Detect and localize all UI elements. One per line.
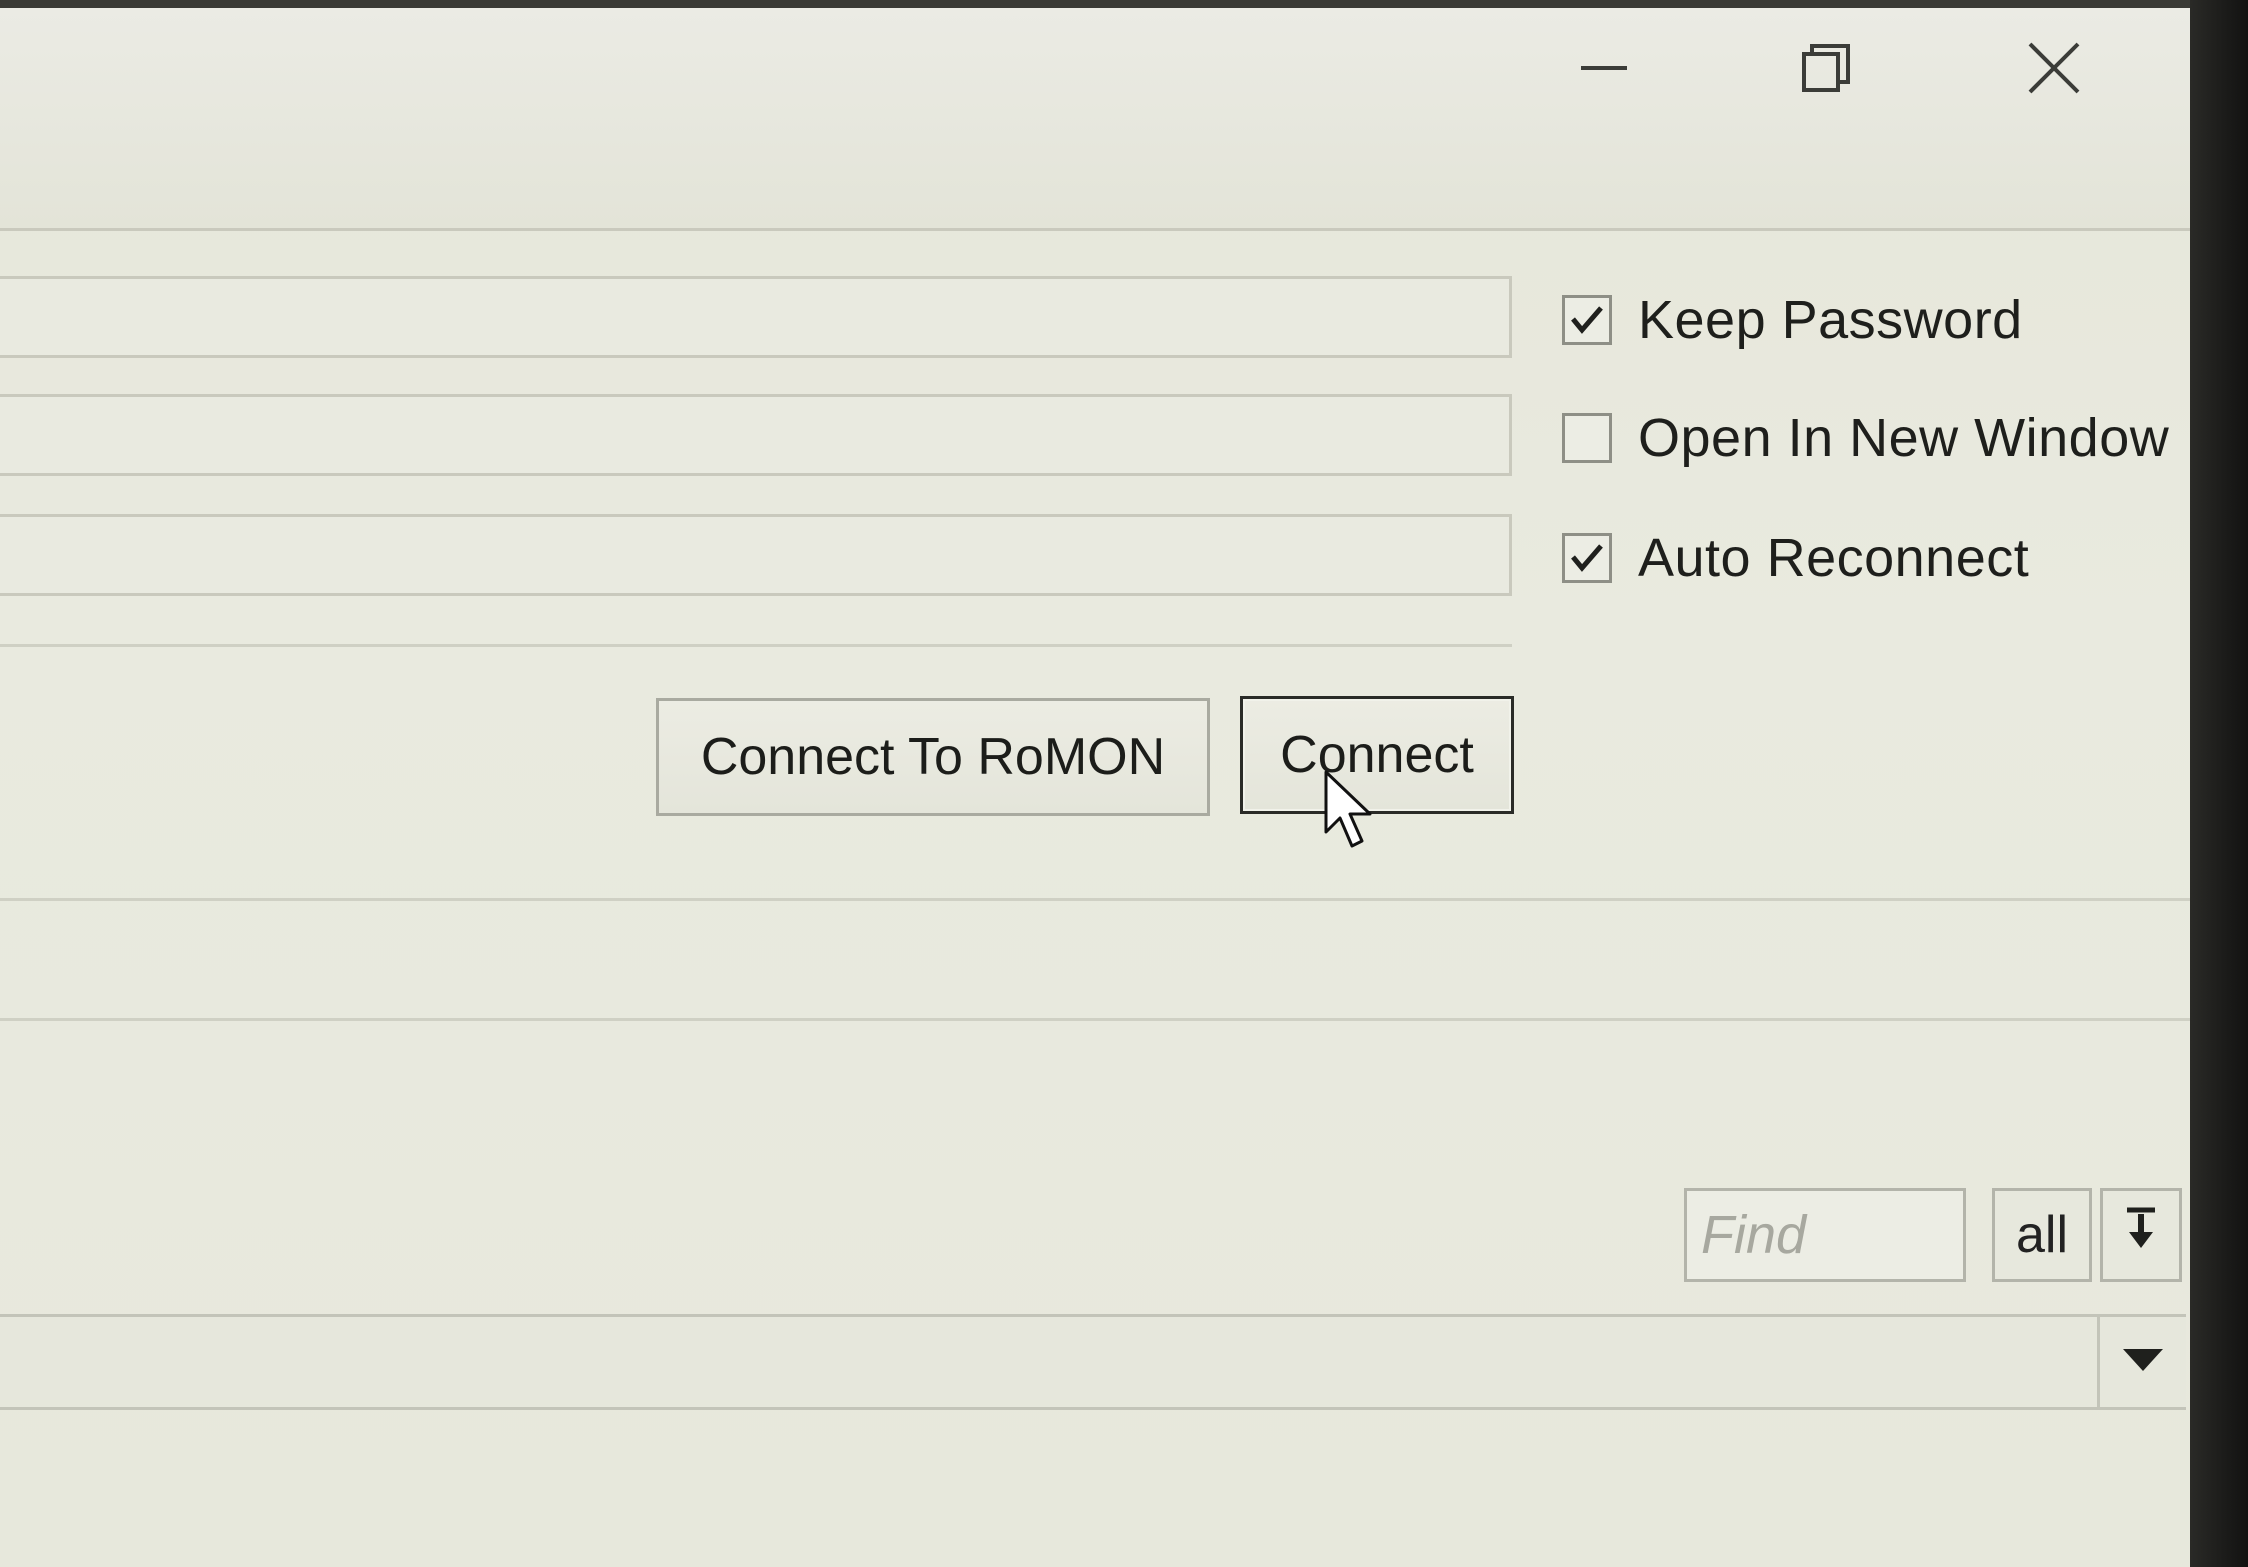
connect-to-romon-button[interactable]: Connect To RoMON bbox=[656, 698, 1210, 816]
sort-down-icon bbox=[2123, 1205, 2159, 1265]
keep-password-label: Keep Password bbox=[1638, 290, 2023, 350]
close-icon bbox=[2027, 41, 2081, 95]
password-field[interactable] bbox=[0, 514, 1512, 596]
screen-top-bezel bbox=[0, 0, 2248, 8]
connect-to-field[interactable] bbox=[0, 276, 1512, 358]
auto-reconnect-checkbox[interactable]: Auto Reconnect bbox=[1562, 528, 2029, 588]
login-field[interactable] bbox=[0, 394, 1512, 476]
keep-password-box[interactable] bbox=[1562, 295, 1612, 345]
auto-reconnect-label: Auto Reconnect bbox=[1638, 528, 2030, 588]
auto-reconnect-box[interactable] bbox=[1562, 533, 1612, 583]
find-input[interactable] bbox=[1687, 1191, 1963, 1279]
dropdown-arrow-icon bbox=[2121, 1347, 2165, 1378]
title-bar bbox=[0, 8, 2190, 231]
restore-icon bbox=[1800, 42, 1852, 94]
minimize-button[interactable] bbox=[1544, 28, 1664, 108]
filter-all-dropdown[interactable]: all bbox=[1992, 1188, 2092, 1282]
sort-button[interactable] bbox=[2100, 1188, 2182, 1282]
checkmark-icon bbox=[1571, 306, 1603, 334]
connect-button[interactable]: Connect bbox=[1240, 696, 1514, 814]
section-divider-1 bbox=[0, 898, 2190, 901]
combo-arrow-button[interactable] bbox=[2097, 1317, 2186, 1407]
section-divider-2 bbox=[0, 1018, 2190, 1021]
winbox-window: Keep Password Open In New Window Auto Re… bbox=[0, 8, 2190, 1567]
connect-to-input[interactable] bbox=[0, 279, 1509, 355]
address-list-combo[interactable] bbox=[0, 1314, 2186, 1410]
find-field[interactable] bbox=[1684, 1188, 1966, 1282]
password-input[interactable] bbox=[0, 517, 1509, 593]
open-in-new-window-box[interactable] bbox=[1562, 413, 1612, 463]
open-in-new-window-checkbox[interactable]: Open In New Window bbox=[1562, 408, 2169, 468]
open-in-new-window-label: Open In New Window bbox=[1638, 408, 2170, 468]
form-divider bbox=[0, 644, 1512, 647]
login-input[interactable] bbox=[0, 397, 1509, 473]
close-button[interactable] bbox=[1994, 28, 2114, 108]
restore-button[interactable] bbox=[1766, 28, 1886, 108]
keep-password-checkbox[interactable]: Keep Password bbox=[1562, 290, 2023, 350]
checkmark-icon bbox=[1571, 544, 1603, 572]
minimize-icon bbox=[1579, 63, 1629, 73]
screen-right-bezel bbox=[2190, 0, 2248, 1567]
